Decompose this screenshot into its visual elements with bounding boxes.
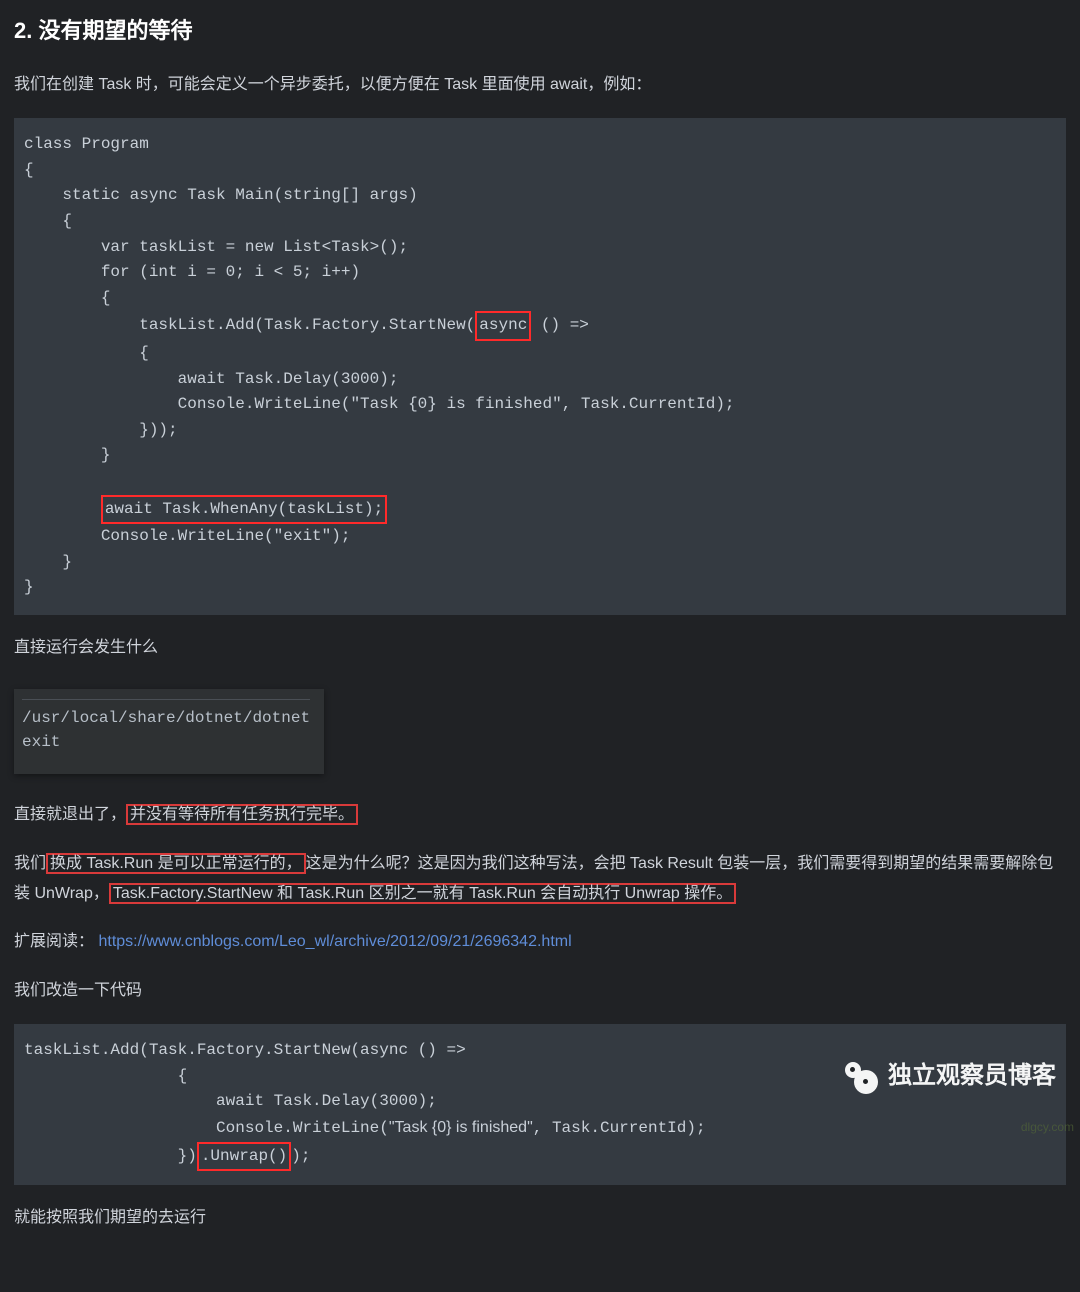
highlight-async: async <box>475 311 531 341</box>
paragraph-4: 我们换成 Task.Run 是可以正常运行的，这是为什么呢？这是因为我们这种写法… <box>14 849 1066 910</box>
terminal-line: /usr/local/share/dotnet/dotnet <box>22 706 310 730</box>
code-block-1: class Program { static async Task Main(s… <box>14 118 1066 615</box>
highlight-text-3: Task.Factory.StartNew 和 Task.Run 区别之一就有 … <box>109 883 736 904</box>
paragraph-7: 就能按照我们期望的去运行 <box>14 1203 1066 1233</box>
paragraph-2: 直接运行会发生什么 <box>14 633 1066 663</box>
highlight-unwrap: .Unwrap() <box>197 1142 291 1172</box>
paragraph-5: 扩展阅读： https://www.cnblogs.com/Leo_wl/arc… <box>14 927 1066 957</box>
code-block-2: taskList.Add(Task.Factory.StartNew(async… <box>14 1024 1066 1185</box>
terminal-line: exit <box>22 730 310 754</box>
paragraph-3: 直接就退出了，并没有等待所有任务执行完毕。 <box>14 800 1066 830</box>
section-heading: 2. 没有期望的等待 <box>14 10 1066 52</box>
highlight-text-2: 换成 Task.Run 是可以正常运行的， <box>46 853 306 874</box>
terminal-output: /usr/local/share/dotnet/dotnet exit <box>14 689 324 774</box>
intro-paragraph: 我们在创建 Task 时，可能会定义一个异步委托，以便方便在 Task 里面使用… <box>14 70 1066 100</box>
highlight-whenany: await Task.WhenAny(taskList); <box>101 495 387 525</box>
reading-label: 扩展阅读： <box>14 933 94 950</box>
paragraph-6: 我们改造一下代码 <box>14 976 1066 1006</box>
highlight-text-1: 并没有等待所有任务执行完毕。 <box>126 804 358 825</box>
external-link[interactable]: https://www.cnblogs.com/Leo_wl/archive/2… <box>98 933 571 950</box>
